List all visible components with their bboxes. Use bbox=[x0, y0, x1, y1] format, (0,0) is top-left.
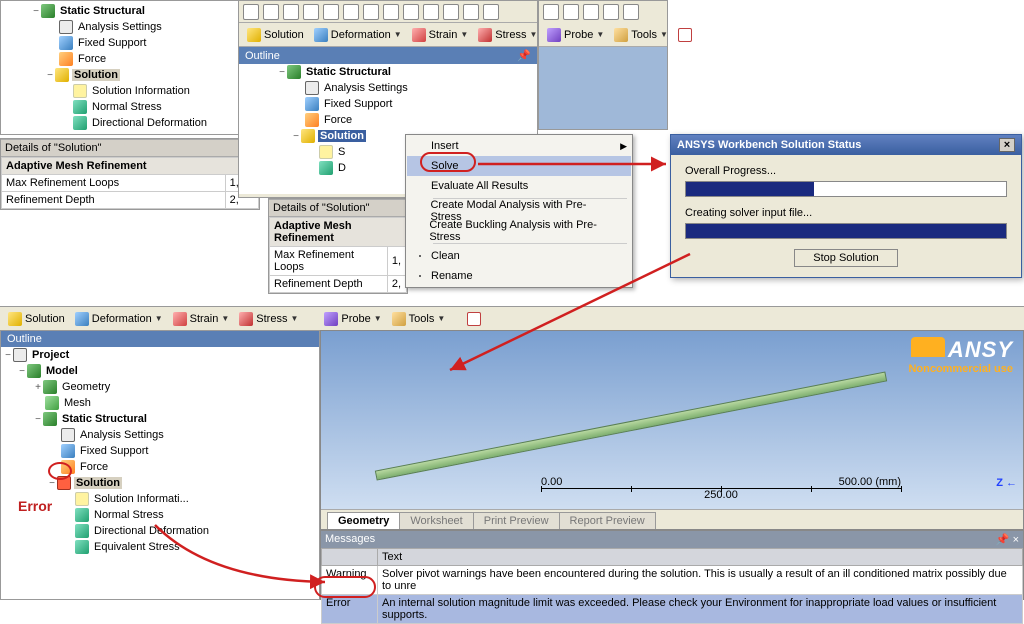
bottom-toolbar-wrap: Solution Deformation▼ Strain▼ Stress▼ Pr… bbox=[0, 306, 1024, 330]
tb-probe[interactable]: Probe▼ bbox=[320, 310, 385, 328]
tb-deformation[interactable]: Deformation▼ bbox=[310, 26, 406, 44]
tb-stress[interactable]: Stress▼ bbox=[235, 310, 302, 328]
tree-static[interactable]: −Static Structural bbox=[1, 411, 319, 427]
tree-item-force[interactable]: Force bbox=[3, 51, 257, 67]
tree-item-fixed[interactable]: Fixed Support bbox=[3, 35, 257, 51]
tb-close[interactable] bbox=[463, 310, 485, 328]
tb-close[interactable] bbox=[674, 26, 696, 44]
outline-header: Outline📌 bbox=[239, 47, 537, 64]
scale-bar: 0.00500.00 (mm) 250.00 bbox=[541, 476, 901, 501]
tree-solution[interactable]: −Solution bbox=[3, 67, 257, 83]
tool-icon[interactable] bbox=[283, 4, 299, 20]
tool-icon[interactable] bbox=[343, 4, 359, 20]
progress1-label: Overall Progress... bbox=[685, 165, 1007, 177]
tab-report[interactable]: Report Preview bbox=[559, 512, 656, 529]
broom-icon bbox=[419, 255, 421, 257]
close-button[interactable]: × bbox=[999, 138, 1015, 152]
tree-item-dirdef[interactable]: Directional Deformation bbox=[3, 115, 257, 131]
tree-root[interactable]: −Static Structural bbox=[239, 64, 537, 80]
stop-solution-button[interactable]: Stop Solution bbox=[794, 249, 897, 267]
tool-icon[interactable] bbox=[403, 4, 419, 20]
messages-title: Messages bbox=[325, 533, 375, 546]
solution-status-window: ANSYS Workbench Solution Status × Overall… bbox=[670, 134, 1022, 278]
tb-strain[interactable]: Strain▼ bbox=[169, 310, 234, 328]
error-icon bbox=[57, 476, 71, 490]
tb-solution[interactable]: Solution bbox=[243, 26, 308, 44]
beam-geometry bbox=[375, 371, 887, 480]
bottom-tree[interactable]: −Project −Model +Geometry Mesh −Static S… bbox=[1, 347, 319, 599]
progress1 bbox=[685, 181, 1007, 197]
tab-worksheet[interactable]: Worksheet bbox=[399, 512, 473, 529]
cap-icon bbox=[911, 337, 945, 357]
tool-icon[interactable] bbox=[303, 4, 319, 20]
tool-icon[interactable] bbox=[323, 4, 339, 20]
menu-evaluate[interactable]: Evaluate All Results bbox=[407, 176, 631, 196]
tree-item-analysis[interactable]: Analysis Settings bbox=[3, 19, 257, 35]
menu-rename[interactable]: Rename bbox=[407, 266, 631, 286]
menu-solve[interactable]: Solve bbox=[407, 156, 631, 176]
tb-tools[interactable]: Tools▼ bbox=[388, 310, 450, 328]
tool-icon[interactable] bbox=[463, 4, 479, 20]
tree-project[interactable]: −Project bbox=[1, 347, 319, 363]
mini-viewport: Probe▼ Tools▼ bbox=[538, 0, 668, 130]
tool-icon[interactable] bbox=[603, 4, 619, 20]
status-title: ANSYS Workbench Solution Status bbox=[677, 139, 861, 151]
tree-model[interactable]: −Model bbox=[1, 363, 319, 379]
tool-icon[interactable] bbox=[543, 4, 559, 20]
progress2-label: Creating solver input file... bbox=[685, 207, 1007, 219]
pin-icon[interactable]: 📌 × bbox=[996, 534, 1019, 546]
tree-solution-err[interactable]: −Solution bbox=[1, 475, 319, 491]
tb-deformation[interactable]: Deformation▼ bbox=[71, 310, 167, 328]
tb-probe[interactable]: Probe▼ bbox=[543, 26, 608, 44]
z-axis-label: Z ← bbox=[996, 477, 1017, 489]
icon-toolbar[interactable] bbox=[239, 1, 537, 23]
tree-item-normal[interactable]: Normal Stress bbox=[3, 99, 257, 115]
tool-icon[interactable] bbox=[483, 4, 499, 20]
tb-solution[interactable]: Solution bbox=[4, 310, 69, 328]
viewport-3d[interactable]: 0.00500.00 (mm) 250.00 ANSY Noncommercia… bbox=[320, 330, 1024, 530]
tb-stress[interactable]: Stress▼ bbox=[474, 26, 541, 44]
rename-icon bbox=[419, 275, 421, 277]
menu-modal[interactable]: Create Modal Analysis with Pre-Stress bbox=[407, 201, 631, 221]
tab-geometry[interactable]: Geometry bbox=[327, 512, 400, 529]
tool-icon[interactable] bbox=[363, 4, 379, 20]
tb-tools[interactable]: Tools▼ bbox=[610, 26, 672, 44]
tool-icon[interactable] bbox=[423, 4, 439, 20]
tab-print[interactable]: Print Preview bbox=[473, 512, 560, 529]
message-row[interactable]: ErrorAn internal solution magnitude limi… bbox=[322, 595, 1023, 624]
progress2 bbox=[685, 223, 1007, 239]
solution-toolbar[interactable]: Solution Deformation▼ Strain▼ Stress▼ bbox=[239, 23, 537, 47]
menu-clean[interactable]: Clean bbox=[407, 246, 631, 266]
message-row[interactable]: WarningSolver pivot warnings have been e… bbox=[322, 566, 1023, 595]
top-left-tree[interactable]: −Static Structural Analysis Settings Fix… bbox=[0, 0, 260, 135]
tool-icon[interactable] bbox=[243, 4, 259, 20]
messages-panel: Messages📌 × Text WarningSolver pivot war… bbox=[320, 530, 1024, 600]
menu-insert[interactable]: Insert▶ bbox=[407, 136, 631, 156]
tool-icon[interactable] bbox=[443, 4, 459, 20]
context-menu[interactable]: Insert▶ Solve Evaluate All Results Creat… bbox=[405, 134, 633, 288]
details-title: Details of "Solution" bbox=[1, 139, 259, 157]
ansys-logo: ANSY Noncommercial use bbox=[908, 337, 1013, 375]
tool-icon[interactable] bbox=[563, 4, 579, 20]
tool-icon[interactable] bbox=[623, 4, 639, 20]
error-label: Error bbox=[18, 498, 52, 514]
pin-icon[interactable]: 📌 bbox=[517, 49, 531, 62]
tool-icon[interactable] bbox=[383, 4, 399, 20]
bottom-outline: Outline −Project −Model +Geometry Mesh −… bbox=[0, 330, 320, 600]
tree-item-solinfo[interactable]: Solution Information bbox=[3, 83, 257, 99]
tool-icon[interactable] bbox=[583, 4, 599, 20]
tool-icon[interactable] bbox=[263, 4, 279, 20]
details-panel-2: Details of "Solution" Adaptive Mesh Refi… bbox=[268, 198, 408, 294]
tree-root[interactable]: −Static Structural bbox=[3, 3, 257, 19]
details-panel-1: Details of "Solution" Adaptive Mesh Refi… bbox=[0, 138, 260, 210]
tb-strain[interactable]: Strain▼ bbox=[408, 26, 473, 44]
menu-buckling[interactable]: Create Buckling Analysis with Pre-Stress bbox=[407, 221, 631, 241]
viewport-tabs[interactable]: Geometry Worksheet Print Preview Report … bbox=[321, 509, 1023, 529]
